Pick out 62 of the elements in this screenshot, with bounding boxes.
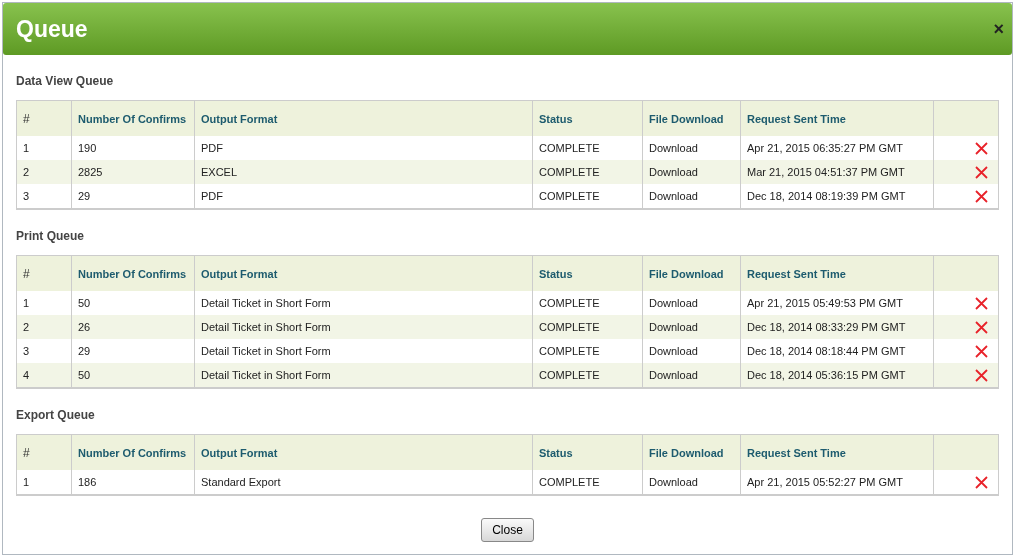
table-cell: 50 [71, 363, 195, 388]
delete-icon[interactable] [975, 165, 988, 179]
column-header: Status [532, 255, 643, 291]
column-header: Number Of Confirms [71, 434, 195, 470]
column-header: # [16, 100, 72, 136]
column-header: Request Sent Time [740, 434, 934, 470]
table-cell: Dec 18, 2014 08:33:29 PM GMT [740, 315, 934, 339]
table-cell: Dec 18, 2014 05:36:15 PM GMT [740, 363, 934, 388]
column-header: Request Sent Time [740, 100, 934, 136]
table-cell: Detail Ticket in Short Form [194, 315, 533, 339]
dialog-title: Queue [16, 15, 88, 43]
column-header: Status [532, 434, 643, 470]
delete-icon[interactable] [975, 344, 988, 358]
table-cell: Mar 21, 2015 04:51:37 PM GMT [740, 160, 934, 184]
table-cell: 2825 [71, 160, 195, 184]
download-link[interactable]: Download [642, 160, 741, 184]
column-header: Request Sent Time [740, 255, 934, 291]
table-cell: Apr 21, 2015 05:52:27 PM GMT [740, 470, 934, 495]
delete-icon[interactable] [975, 320, 988, 334]
section-title: Print Queue [16, 228, 85, 245]
delete-icon[interactable] [975, 141, 988, 155]
table-cell: COMPLETE [532, 160, 643, 184]
table-cell: 4 [16, 363, 72, 388]
section-title: Export Queue [16, 407, 96, 424]
table-cell: COMPLETE [532, 470, 643, 495]
table-cell: PDF [194, 184, 533, 209]
section-title: Data View Queue [16, 73, 115, 90]
column-header: Output Format [194, 255, 533, 291]
table-cell: 2 [16, 315, 72, 339]
column-header: File Download [642, 100, 741, 136]
column-header: File Download [642, 434, 741, 470]
table-cell: 29 [71, 184, 195, 209]
delete-icon[interactable] [975, 189, 988, 203]
download-link[interactable]: Download [642, 184, 741, 209]
close-button[interactable]: Close [481, 518, 534, 542]
column-header: Number Of Confirms [71, 100, 195, 136]
table-cell: 26 [71, 315, 195, 339]
download-link[interactable]: Download [642, 363, 741, 388]
column-header: Status [532, 100, 643, 136]
table-cell: COMPLETE [532, 315, 643, 339]
table-cell: EXCEL [194, 160, 533, 184]
table-cell: Standard Export [194, 470, 533, 495]
table-cell: Dec 18, 2014 08:19:39 PM GMT [740, 184, 934, 209]
column-header: # [16, 255, 72, 291]
table-cell: 1 [16, 470, 72, 495]
table-cell: 3 [16, 184, 72, 209]
download-link[interactable]: Download [642, 470, 741, 495]
column-header: Output Format [194, 100, 533, 136]
table-cell: 186 [71, 470, 195, 495]
close-button[interactable]: × [991, 18, 1006, 40]
column-header: # [16, 434, 72, 470]
table-cell: COMPLETE [532, 363, 643, 388]
delete-icon[interactable] [975, 368, 988, 382]
table-cell: 2 [16, 160, 72, 184]
download-link[interactable]: Download [642, 315, 741, 339]
delete-icon[interactable] [975, 475, 988, 489]
delete-icon[interactable] [975, 296, 988, 310]
column-header: Output Format [194, 434, 533, 470]
table-cell: Detail Ticket in Short Form [194, 363, 533, 388]
column-header: Number Of Confirms [71, 255, 195, 291]
column-header: File Download [642, 255, 741, 291]
table-cell: COMPLETE [532, 184, 643, 209]
